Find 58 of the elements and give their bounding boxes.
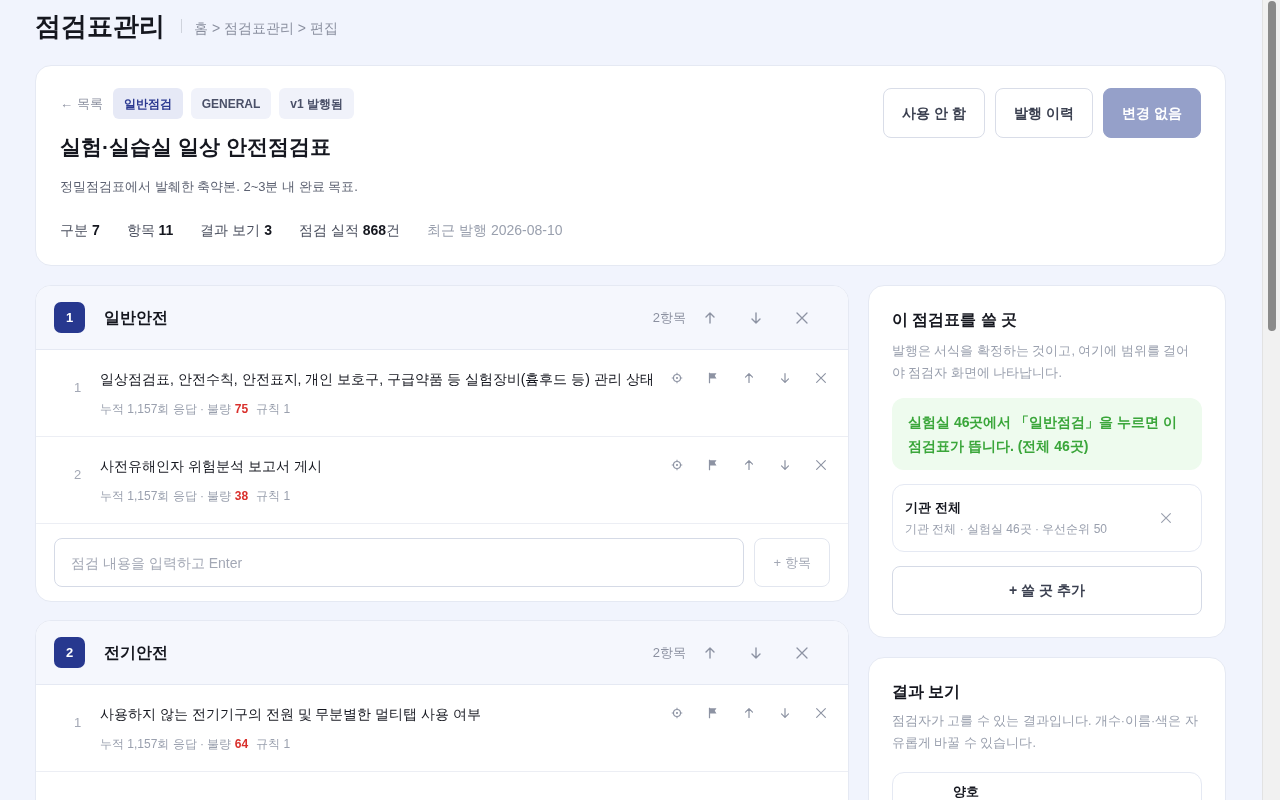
stat: 점검 실적 868건	[298, 221, 401, 240]
move-up-icon[interactable]	[742, 458, 756, 472]
breadcrumb: 홈 > 점검표관리 > 편집	[194, 18, 338, 38]
stat: 항목 11	[126, 221, 174, 240]
result-card[interactable]: 양호	[892, 772, 1202, 800]
item-count: 2항목	[652, 308, 686, 327]
action-button[interactable]: 사용 안 함	[883, 88, 986, 138]
item-text: 일상점검표, 안전수칙, 안전표지, 개인 보호구, 구급약품 등 실험장비(흄후드 등) 관리 상태	[100, 370, 655, 389]
panel-title: 결과 보기	[892, 682, 962, 702]
item-number: 2	[74, 466, 83, 484]
panel-title: 이 점검표를 쓸 곳	[892, 310, 1019, 330]
item-input-field[interactable]: 점검 내용을 입력하고 Enter	[54, 538, 744, 587]
item-number: 1	[74, 714, 83, 732]
section-title: 전기안전	[104, 642, 169, 663]
panel-description: 발행은 서식을 확정하는 것이고, 여기에 범위를 걸어야 점검자 화면에 나타납니다.	[892, 343, 1191, 382]
close-icon[interactable]	[814, 458, 828, 472]
notice: 실험실 46곳에서 「일반점검」을 누르면 이 점검표가 뜹니다. (전체 46곳)	[892, 398, 1202, 470]
rule-count: 규칙 1	[256, 401, 291, 418]
close-icon[interactable]	[1159, 511, 1173, 525]
stat: 최근 발행 2026-08-10	[427, 221, 563, 240]
section-number: 2	[54, 637, 85, 668]
scrollbar[interactable]	[1262, 0, 1280, 800]
description: 정밀점검표에서 발췌한 축약본. 2~3분 내 완료 목표.	[60, 177, 359, 196]
result-label: 양호	[953, 784, 979, 799]
stat: 결과 보기 3	[200, 221, 272, 240]
move-down-icon[interactable]	[778, 706, 792, 720]
item-number: 1	[74, 379, 83, 397]
gear-icon[interactable]	[670, 706, 684, 720]
add-scope-button[interactable]: + 쓸 곳 추가	[892, 566, 1202, 615]
item-stats: 누적 1,157회 응답 · 불량 38	[100, 488, 249, 505]
item-text: 사전유해인자 위험분석 보고서 게시	[100, 457, 323, 476]
tag: 일반점검	[112, 88, 183, 119]
checklist-title: 실험·실습실 일상 안전점검표	[60, 134, 332, 160]
gear-icon[interactable]	[670, 458, 684, 472]
rule-count: 규칙 1	[256, 488, 291, 505]
item-text: 사용하지 않는 전기기구의 전원 및 무분별한 멀티탭 사용 여부	[100, 705, 483, 724]
scope-detail: 기관 전체 · 실험실 46곳 · 우선순위 50	[905, 521, 1109, 539]
move-up-icon[interactable]	[742, 371, 756, 385]
stat: 구분 7	[60, 221, 100, 240]
item-stats: 누적 1,157회 응답 · 불량 64	[100, 736, 249, 753]
close-icon[interactable]	[814, 371, 828, 385]
action-button[interactable]: 발행 이력	[995, 88, 1094, 138]
move-down-icon[interactable]	[778, 458, 792, 472]
tag: GENERAL	[190, 88, 272, 119]
close-icon[interactable]	[814, 706, 828, 720]
tag: v1 발행됨	[279, 88, 354, 119]
move-down-icon[interactable]	[778, 371, 792, 385]
section-number: 1	[54, 302, 85, 333]
item-stats: 누적 1,157회 응답 · 불량 75	[100, 401, 249, 418]
scope-card[interactable]: 기관 전체 기관 전체 · 실험실 46곳 · 우선순위 50	[892, 484, 1202, 552]
scope-title: 기관 전체	[905, 498, 962, 517]
gear-icon[interactable]	[670, 371, 684, 385]
page-title: 점검표관리	[35, 9, 165, 43]
rule-count: 규칙 1	[256, 736, 291, 753]
panel-description: 점검자가 고를 수 있는 결과입니다. 개수·이름·색은 자유롭게 바꿀 수 있습니다.	[892, 713, 1199, 752]
section-title: 일반안전	[104, 307, 169, 328]
move-up-icon[interactable]	[742, 706, 756, 720]
item-count: 2항목	[652, 643, 686, 662]
